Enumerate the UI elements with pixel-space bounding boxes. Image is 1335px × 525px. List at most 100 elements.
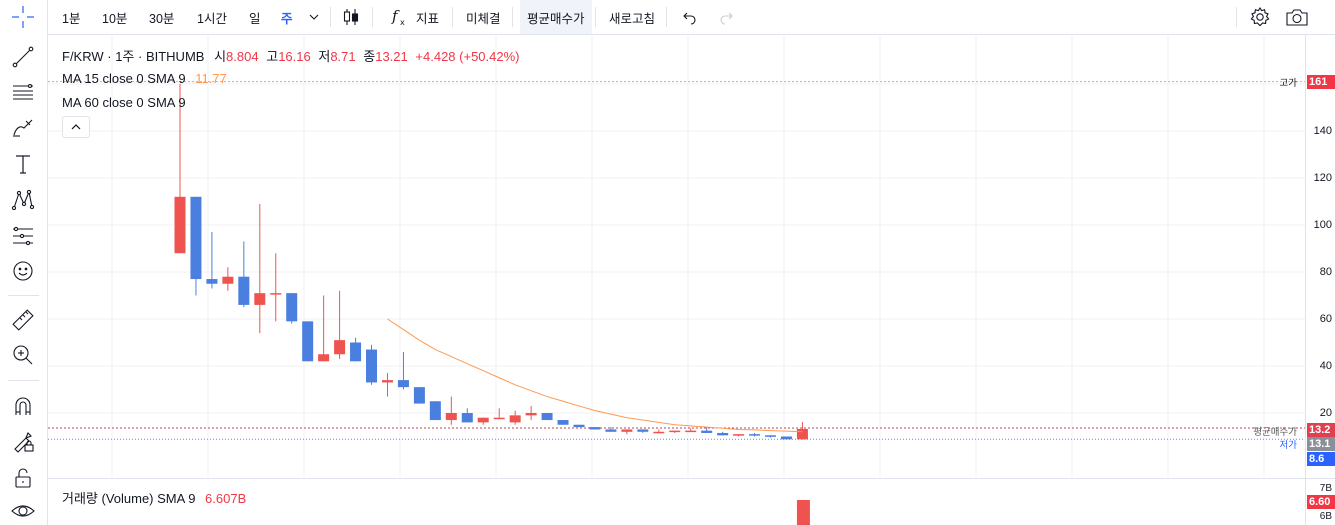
prediction-icon[interactable]: [7, 222, 39, 250]
unfilled-orders-button[interactable]: 미체결: [466, 0, 501, 34]
toolbar-separator: [595, 7, 596, 27]
gear-icon[interactable]: [1249, 0, 1271, 34]
ma15-label: MA 15 close 0 SMA 9: [62, 71, 186, 86]
low-line-label: 저가: [1279, 440, 1297, 451]
brush-icon[interactable]: [7, 113, 39, 141]
lock-drawing-icon[interactable]: [7, 427, 39, 455]
toolbar-separator: [1236, 7, 1237, 27]
candle-body: [573, 424, 585, 428]
axis-tick: 60: [1319, 313, 1332, 325]
volume-pane[interactable]: 거래량 (Volume) SMA 9 6.607B: [48, 479, 1305, 525]
axis-tick: 120: [1313, 172, 1332, 184]
candle-body: [541, 413, 553, 421]
candle-body: [413, 387, 425, 404]
ma60-legend[interactable]: MA 60 close 0 SMA 9: [62, 95, 186, 110]
candle-body: [557, 420, 569, 425]
change-value: +4.428 (+50.42%): [415, 49, 520, 64]
candle-body: [765, 435, 777, 437]
chevron-up-icon: [71, 124, 81, 130]
price-chart-svg: [48, 35, 1305, 478]
close-value: 13.21: [375, 49, 408, 64]
candle-body: [685, 430, 697, 433]
ma15-value: 11.77: [195, 71, 227, 86]
symbol-name: F/KRW · 1주 · BITHUMB: [62, 49, 205, 64]
horizontal-lines-icon[interactable]: [7, 78, 39, 106]
interval-dropdown-icon[interactable]: [308, 0, 320, 34]
pattern-icon[interactable]: [7, 186, 39, 214]
candle-body: [206, 279, 218, 284]
candle-body: [381, 380, 393, 383]
price-axis[interactable]: 140 120 100 80 60 40 20 161 13.2 13.1 8.…: [1305, 35, 1335, 525]
candle-body: [796, 428, 808, 440]
refresh-button[interactable]: 새로고침: [609, 0, 655, 34]
interval-week-button[interactable]: 주: [281, 0, 293, 34]
candle-body: [350, 342, 362, 362]
trend-line-icon[interactable]: [7, 43, 39, 71]
avg-buy-price-button[interactable]: 평균매수가: [520, 0, 592, 34]
toolbar-divider: [8, 295, 39, 296]
crosshair-icon[interactable]: [7, 3, 39, 31]
volume-bar: [796, 500, 810, 525]
avg-line-label: 평균매수가: [1253, 427, 1297, 438]
candle-body: [254, 293, 266, 305]
candle-body: [270, 293, 282, 295]
legend-collapse-button[interactable]: [62, 116, 90, 138]
axis-tick: 20: [1319, 407, 1332, 419]
interval-1m-button[interactable]: 1분: [62, 0, 80, 34]
camera-icon[interactable]: [1285, 0, 1309, 34]
candle-body: [238, 276, 250, 305]
candle-body: [222, 276, 234, 284]
open-value: 8.804: [226, 49, 259, 64]
drawing-toolbar: [0, 0, 48, 525]
symbol-legend: F/KRW · 1주 · BITHUMB 시8.804 고16.16 저8.71…: [62, 46, 519, 65]
candle-body: [366, 349, 378, 383]
indicator-button[interactable]: 지표: [416, 0, 439, 34]
volume-axis-tick: 6B: [1319, 511, 1332, 522]
candle-body: [525, 413, 537, 416]
interval-10m-button[interactable]: 10분: [102, 0, 127, 34]
magnet-icon[interactable]: [7, 392, 39, 420]
toolbar-separator: [330, 7, 331, 27]
ruler-icon[interactable]: [7, 306, 39, 334]
candle-body: [733, 434, 745, 436]
close-label: 종: [363, 49, 376, 64]
interval-30m-button[interactable]: 30분: [149, 0, 174, 34]
high-price-tag: 161: [1307, 75, 1335, 89]
eye-icon[interactable]: [7, 497, 39, 525]
candle-body: [605, 429, 617, 432]
toolbar-divider: [8, 380, 39, 381]
text-tool-icon[interactable]: [7, 150, 39, 178]
redo-icon[interactable]: [718, 0, 736, 34]
zoom-in-icon[interactable]: [7, 341, 39, 369]
candle-body: [669, 430, 681, 433]
candle-body: [637, 429, 649, 432]
svg-text:x: x: [400, 18, 405, 27]
volume-label: 거래량 (Volume) SMA 9: [62, 491, 196, 506]
candle-body: [461, 413, 473, 423]
indicator-fx-icon[interactable]: fx: [391, 0, 409, 34]
volume-legend: 거래량 (Volume) SMA 9 6.607B: [62, 488, 246, 507]
unlock-icon[interactable]: [7, 464, 39, 492]
axis-tick: 100: [1313, 219, 1332, 231]
interval-day-button[interactable]: 일: [249, 0, 261, 34]
last-price-tag: 8.6: [1307, 452, 1335, 466]
toolbar-separator: [666, 7, 667, 27]
candle-body: [701, 430, 713, 433]
low-value: 8.71: [330, 49, 356, 64]
toolbar-separator: [452, 7, 453, 27]
avg-price-tag: 13.2: [1307, 423, 1335, 437]
undo-icon[interactable]: [680, 0, 698, 34]
smiley-icon[interactable]: [7, 257, 39, 285]
candle-body: [621, 429, 633, 432]
candle-body: [429, 401, 441, 421]
ma15-legend[interactable]: MA 15 close 0 SMA 9 11.77: [62, 71, 227, 86]
toolbar-separator: [512, 7, 513, 27]
candle-body: [493, 417, 505, 420]
interval-1h-button[interactable]: 1시간: [197, 0, 227, 34]
price-chart-pane[interactable]: F/KRW · 1주 · BITHUMB 시8.804 고16.16 저8.71…: [48, 35, 1305, 478]
candle-body: [286, 293, 298, 322]
candle-style-icon[interactable]: [342, 0, 360, 34]
candle-body: [653, 431, 665, 434]
low-label: 저: [318, 49, 331, 64]
open-label: 시: [214, 49, 227, 64]
